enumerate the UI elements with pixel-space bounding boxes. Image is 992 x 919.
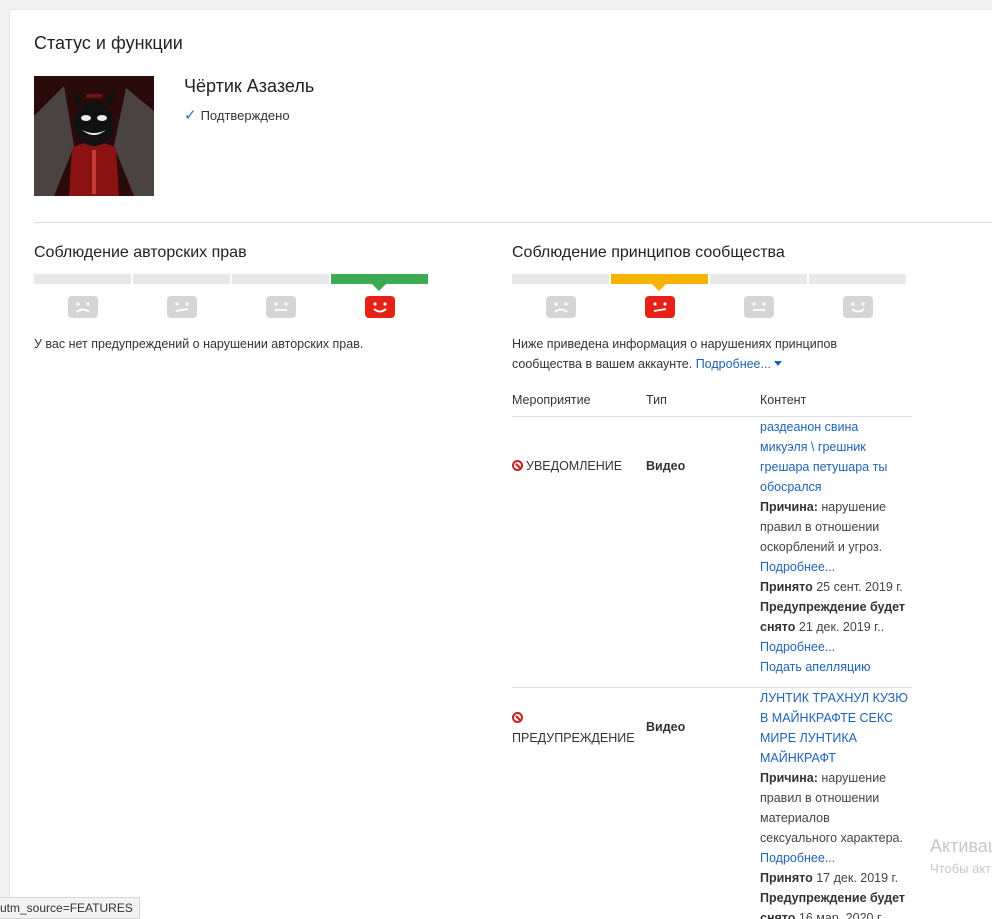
accepted-label: Принято <box>760 871 813 885</box>
meter-segment <box>809 274 906 284</box>
channel-avatar <box>34 76 154 196</box>
accepted-date: 25 сент. 2019 г. <box>812 580 903 594</box>
windows-activation-watermark: Активац <box>930 836 992 856</box>
community-intro: Ниже приведена информация о нарушениях п… <box>512 334 912 374</box>
expiry-date: 16 мар. 2020 г. <box>795 911 884 919</box>
strike-type: Видео <box>646 720 686 734</box>
community-status-faces <box>512 296 906 320</box>
strike-type: Видео <box>646 459 686 473</box>
reason-more-link[interactable]: Подробнее... <box>760 851 835 865</box>
meter-segment <box>512 274 609 284</box>
meter-segment <box>710 274 807 284</box>
neutral-face-icon <box>710 296 807 320</box>
status-bar-url: utm_source=FEATURES <box>0 897 140 919</box>
community-intro-line2: сообщества в вашем аккаунте. <box>512 357 693 371</box>
status-features-card: Статус и функции Чёртик Азазель ✓ Подтве… <box>9 9 992 919</box>
table-row: ПРЕДУПРЕЖДЕНИЕ Видео ЛУНТИК ТРАХНУЛ КУЗЮ… <box>512 688 912 919</box>
column-header-type: Тип <box>646 393 667 407</box>
community-strike-meter <box>512 274 906 291</box>
appeal-link[interactable]: Подать апелляцию <box>760 660 870 674</box>
meter-segment <box>232 274 329 284</box>
ban-icon <box>512 460 523 471</box>
meter-segment <box>133 274 230 284</box>
section-divider <box>34 222 992 223</box>
video-title-link[interactable]: раздеанон свина микуэля \ грешник грешар… <box>760 420 887 494</box>
verified-label: Подтверждено <box>200 108 290 123</box>
table-row: УВЕДОМЛЕНИЕ Видео раздеанон свина микуэл… <box>512 417 912 688</box>
reason-label: Причина: <box>760 500 818 514</box>
accepted-date: 17 дек. 2019 г. <box>812 871 899 885</box>
reason-more-link[interactable]: Подробнее... <box>760 560 835 574</box>
sad-face-icon <box>512 296 609 320</box>
copyright-status-faces <box>34 296 428 320</box>
strike-content: раздеанон свина микуэля \ грешник грешар… <box>760 420 906 674</box>
reason-label: Причина: <box>760 771 818 785</box>
community-more-link[interactable]: Подробнее... <box>696 357 782 371</box>
windows-activation-subtext: Чтобы акт <box>930 861 992 876</box>
meter-segment <box>34 274 131 284</box>
community-intro-line1: Ниже приведена информация о нарушениях п… <box>512 337 838 351</box>
strike-action: УВЕДОМЛЕНИЕ <box>512 456 622 476</box>
sad-face-icon <box>34 296 131 320</box>
skeptical-face-icon <box>611 296 708 320</box>
channel-name: Чёртик Азазель <box>184 76 315 96</box>
neutral-face-icon <box>232 296 329 320</box>
ban-icon <box>512 712 523 723</box>
expiry-date: 21 дек. 2019 г.. <box>795 620 885 634</box>
meter-segment-active <box>611 274 708 291</box>
skeptical-face-icon <box>133 296 230 320</box>
copyright-message: У вас нет предупреждений о нарушении авт… <box>34 337 364 351</box>
copyright-title: Соблюдение авторских прав <box>34 244 247 261</box>
page-title: Статус и функции <box>34 33 183 53</box>
happy-face-icon <box>331 296 428 320</box>
meter-segment-active <box>331 274 428 291</box>
chevron-down-icon <box>773 361 782 366</box>
accepted-label: Принято <box>760 580 813 594</box>
community-title: Соблюдение принципов сообщества <box>512 244 785 261</box>
check-icon: ✓ <box>184 107 197 124</box>
happy-face-icon <box>809 296 906 320</box>
strike-action: ПРЕДУПРЕЖДЕНИЕ <box>512 708 642 748</box>
expiry-more-link[interactable]: Подробнее... <box>760 640 835 654</box>
copyright-strike-meter <box>34 274 428 291</box>
video-title-link[interactable]: ЛУНТИК ТРАХНУЛ КУЗЮ В МАЙНКРАФТЕ СЕКС МИ… <box>760 691 908 765</box>
column-header-action: Мероприятие <box>512 393 591 407</box>
table-header: Мероприятие Тип Контент <box>512 390 912 417</box>
verified-status: ✓ Подтверждено <box>184 108 290 123</box>
column-header-content: Контент <box>760 393 807 407</box>
strike-content: ЛУНТИК ТРАХНУЛ КУЗЮ В МАЙНКРАФТЕ СЕКС МИ… <box>760 688 920 919</box>
